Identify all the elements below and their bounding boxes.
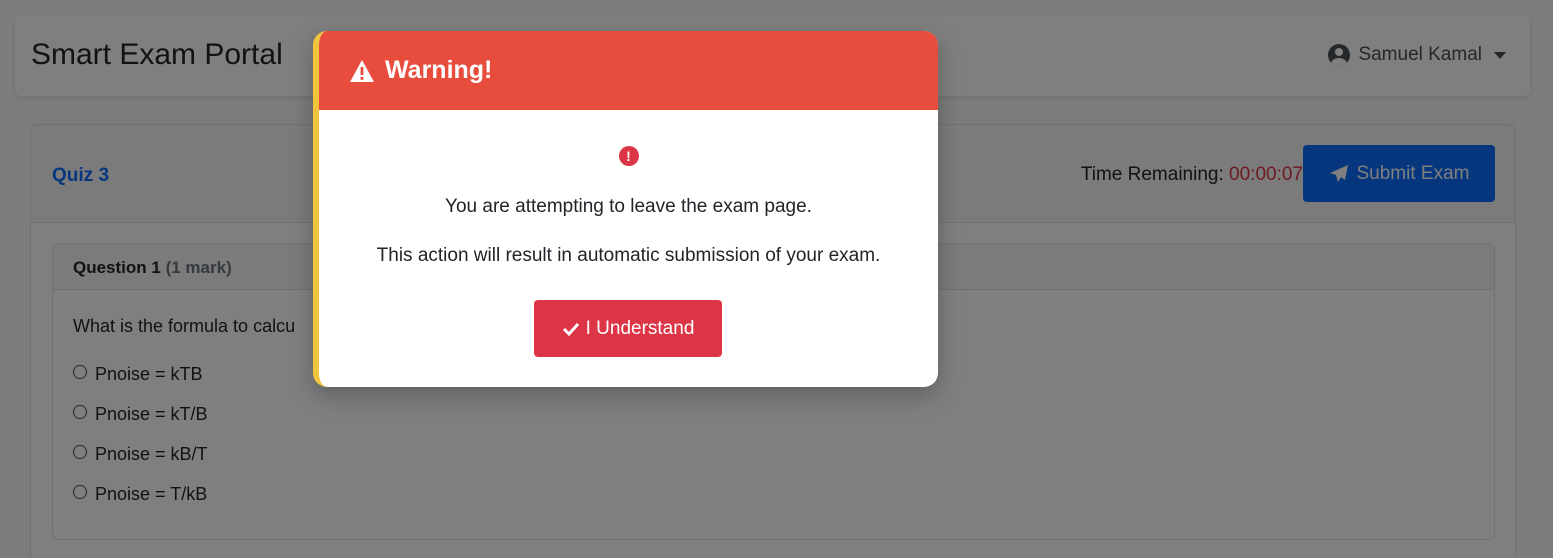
warning-message-1: You are attempting to leave the exam pag… xyxy=(445,196,812,217)
check-icon xyxy=(562,322,579,336)
warning-message-2: This action will result in automatic sub… xyxy=(376,245,881,266)
warning-modal: Warning! ! You are attempting to leave t… xyxy=(313,31,938,387)
modal-body: ! You are attempting to leave the exam p… xyxy=(319,110,938,387)
i-understand-label: I Understand xyxy=(585,317,695,339)
modal-header: Warning! xyxy=(319,31,938,110)
i-understand-button[interactable]: I Understand xyxy=(534,300,722,357)
exclamation-circle-icon: ! xyxy=(618,146,639,166)
modal-title: Warning! xyxy=(385,56,493,84)
warning-triangle-icon xyxy=(350,59,374,82)
